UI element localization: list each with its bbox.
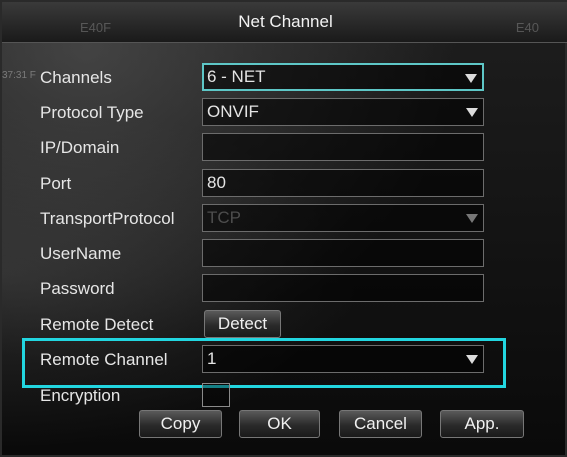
transport-protocol-dropdown[interactable]: TCP [202, 204, 484, 232]
net-channel-dialog: E40F Net Channel E40 37:31 F Channels 6 … [0, 0, 567, 457]
ok-button[interactable]: OK [239, 410, 320, 438]
apply-button[interactable]: App. [440, 410, 524, 438]
encryption-checkbox[interactable] [202, 383, 230, 407]
chevron-down-icon [465, 74, 477, 83]
password-input[interactable] [202, 274, 484, 302]
chevron-down-icon [466, 108, 478, 117]
password-label: Password [40, 279, 115, 298]
ip-domain-input[interactable] [202, 133, 484, 161]
remote-channel-value: 1 [207, 349, 217, 368]
channels-value: 6 - NET [207, 67, 266, 86]
port-value: 80 [207, 173, 226, 192]
background-overlay-text: E40 [515, 20, 539, 35]
username-label: UserName [40, 244, 122, 263]
transport-protocol-label: TransportProtocol [40, 209, 175, 228]
channels-dropdown[interactable]: 6 - NET [202, 63, 484, 91]
ip-domain-label: IP/Domain [40, 138, 120, 157]
port-input[interactable]: 80 [202, 169, 484, 197]
transport-protocol-value: TCP [207, 208, 241, 227]
protocol-type-dropdown[interactable]: ONVIF [202, 98, 484, 126]
remote-channel-label: Remote Channel [40, 350, 168, 369]
username-input[interactable] [202, 239, 484, 267]
dialog-title: Net Channel [238, 12, 333, 31]
remote-detect-label: Remote Detect [40, 315, 154, 334]
title-bar: E40F Net Channel E40 [2, 2, 567, 43]
background-timestamp: 37:31 F [2, 70, 36, 81]
protocol-type-value: ONVIF [207, 102, 259, 121]
channels-label: Channels [40, 68, 112, 87]
encryption-label: Encryption [40, 386, 121, 405]
remote-channel-dropdown[interactable]: 1 [202, 345, 484, 373]
copy-button[interactable]: Copy [139, 410, 222, 438]
protocol-type-label: Protocol Type [40, 103, 144, 122]
port-label: Port [40, 174, 72, 193]
chevron-down-icon [466, 355, 478, 364]
cancel-button[interactable]: Cancel [339, 410, 422, 438]
detect-button[interactable]: Detect [204, 310, 281, 338]
chevron-down-icon [466, 214, 478, 223]
